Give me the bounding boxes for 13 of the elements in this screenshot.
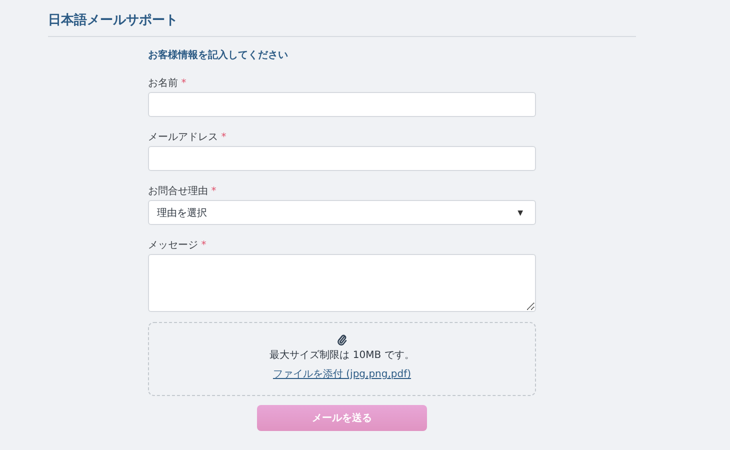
message-field[interactable]	[148, 254, 536, 312]
page-title: 日本語メールサポート	[48, 12, 179, 30]
field-label: メッセージ *	[148, 240, 206, 252]
field-label: メールアドレス *	[148, 132, 226, 144]
attach-file-link[interactable]: ファイルを添付 (jpg,png,pdf)	[272, 368, 412, 381]
input-field[interactable]	[148, 92, 536, 117]
size-limit-note: 最大サイズ制限は 10MB です。	[270, 350, 414, 362]
paperclip-icon	[337, 334, 347, 346]
field-label: お名前 *	[148, 78, 186, 90]
attachment-dropzone[interactable]: 最大サイズ制限は 10MB です。 ファイルを添付 (jpg,png,pdf)	[148, 322, 536, 396]
input-field[interactable]	[148, 146, 536, 171]
field-label: お問合せ理由 *	[148, 186, 216, 198]
section-title: お客様情報を記入してください	[148, 49, 289, 63]
